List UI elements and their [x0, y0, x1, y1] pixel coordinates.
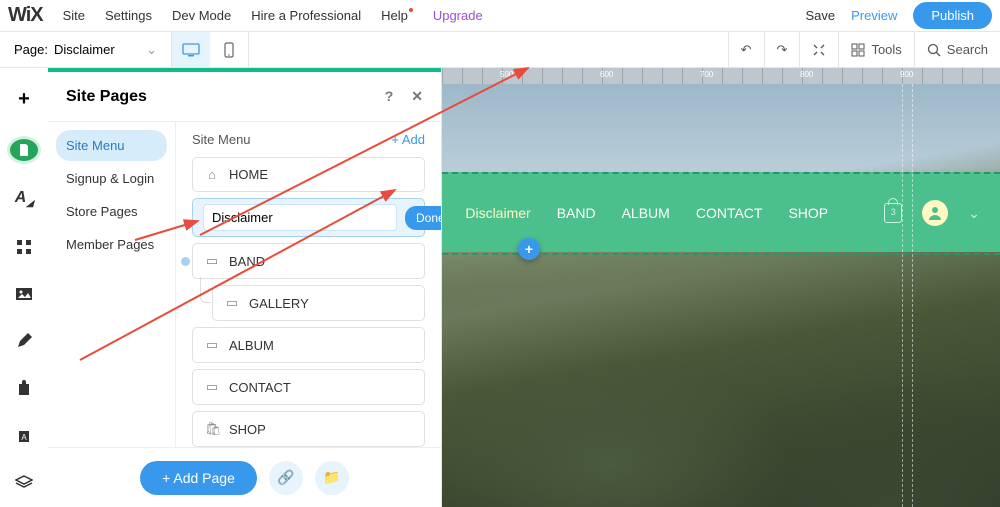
- nav-album[interactable]: ALBUM: [622, 205, 670, 221]
- page-item-home[interactable]: ⌂ HOME: [192, 157, 425, 192]
- panel-title: Site Pages: [66, 88, 147, 106]
- menu-settings[interactable]: Settings: [105, 8, 152, 23]
- tools-label: Tools: [871, 42, 901, 57]
- page-item-shop[interactable]: 🛍︎ SHOP: [192, 411, 425, 447]
- layers-button[interactable]: [12, 472, 36, 491]
- top-menu: Site Settings Dev Mode Hire a Profession…: [63, 8, 483, 23]
- page-icon: ▭: [205, 379, 219, 395]
- preview-button[interactable]: Preview: [851, 8, 897, 23]
- search-icon: [927, 43, 941, 57]
- page-icon: ▭: [225, 295, 239, 311]
- current-page: Disclaimer: [54, 42, 115, 57]
- page-list-title: Site Menu: [192, 132, 251, 147]
- page-label: HOME: [229, 167, 268, 182]
- add-page-button[interactable]: + Add Page: [140, 461, 257, 495]
- cart-icon[interactable]: 3: [884, 203, 902, 223]
- cat-member-pages[interactable]: Member Pages: [56, 229, 167, 260]
- folder-button[interactable]: 📁: [315, 461, 349, 495]
- chevron-down-icon[interactable]: ⌄: [968, 205, 980, 222]
- pages-button[interactable]: [10, 139, 38, 161]
- tools-menu[interactable]: Tools: [838, 32, 913, 67]
- site-pages-panel: Site Pages ? ✕ Site Menu Signup & Login …: [48, 68, 442, 507]
- desktop-icon: [182, 43, 200, 57]
- add-link[interactable]: + Add: [391, 132, 425, 147]
- page-label: GALLERY: [249, 296, 309, 311]
- media-button[interactable]: [12, 284, 36, 303]
- done-button[interactable]: Done: [405, 206, 441, 230]
- panel-footer: + Add Page 🔗 📁: [48, 447, 441, 507]
- left-sidebar: + A◢ A: [0, 68, 48, 507]
- nav-shop[interactable]: SHOP: [788, 205, 828, 221]
- cart-count: 3: [885, 207, 901, 217]
- nav-disclaimer[interactable]: Disclaimer: [465, 205, 530, 221]
- page-item-album[interactable]: ▭ ALBUM: [192, 327, 425, 363]
- page-label: BAND: [229, 254, 265, 269]
- redo-button[interactable]: ↷: [764, 32, 800, 67]
- second-bar: Page: Disclaimer ⌄ ↶ ↷ Tools Search: [0, 32, 1000, 68]
- page-icon: ▭: [205, 253, 219, 269]
- top-right: Save Preview Publish: [805, 2, 992, 29]
- guide-line: [902, 84, 903, 507]
- publish-button[interactable]: Publish: [913, 2, 992, 29]
- store-button[interactable]: [12, 378, 36, 397]
- theme-button[interactable]: A◢: [12, 189, 36, 209]
- chevron-down-icon: ⌄: [146, 42, 157, 58]
- add-element-button[interactable]: +: [12, 88, 36, 111]
- desktop-tab[interactable]: [172, 32, 210, 67]
- save-button[interactable]: Save: [805, 8, 835, 23]
- panel-help-button[interactable]: ?: [385, 88, 394, 105]
- svg-text:A: A: [21, 433, 27, 442]
- blog-button[interactable]: [12, 331, 36, 350]
- nav-contact[interactable]: CONTACT: [696, 205, 763, 221]
- add-section-button[interactable]: +: [518, 238, 540, 260]
- panel-body: Site Menu Signup & Login Store Pages Mem…: [48, 122, 441, 447]
- page-name-input[interactable]: [203, 204, 397, 231]
- account-avatar[interactable]: [922, 200, 948, 226]
- panel-close-button[interactable]: ✕: [411, 88, 423, 105]
- menu-site[interactable]: Site: [63, 8, 85, 23]
- tools-icon: [851, 43, 865, 57]
- cat-signup-login[interactable]: Signup & Login: [56, 163, 167, 194]
- page-item-editing: Done: [192, 198, 425, 237]
- top-bar: WiX Site Settings Dev Mode Hire a Profes…: [0, 0, 1000, 32]
- search-label: Search: [947, 42, 988, 57]
- undo-button[interactable]: ↶: [728, 32, 764, 67]
- menu-hire[interactable]: Hire a Professional: [251, 8, 361, 23]
- page-icon: ▭: [205, 337, 219, 353]
- ruler: 500 600 700 800 900: [442, 68, 1000, 84]
- nav-band[interactable]: BAND: [557, 205, 596, 221]
- page-item-contact[interactable]: ▭ CONTACT: [192, 369, 425, 405]
- page-selector[interactable]: Page: Disclaimer ⌄: [0, 32, 172, 67]
- page-list-area: Site Menu + Add ⌂ HOME Done ▭ BAND ▭: [175, 122, 441, 447]
- link-page-button[interactable]: 🔗: [269, 461, 303, 495]
- bag-icon: 🛍︎: [205, 421, 219, 437]
- page-icon: [17, 143, 31, 157]
- menu-devmode[interactable]: Dev Mode: [172, 8, 231, 23]
- apps-button[interactable]: [12, 237, 36, 256]
- bookings-button[interactable]: A: [12, 425, 36, 444]
- search-button[interactable]: Search: [914, 32, 1000, 67]
- mountain-bg: [442, 84, 1000, 507]
- zoom-out-button[interactable]: [799, 32, 838, 67]
- cat-store-pages[interactable]: Store Pages: [56, 196, 167, 227]
- mobile-icon: [224, 42, 234, 58]
- page-item-band[interactable]: ▭ BAND: [192, 243, 425, 279]
- page-label: SHOP: [229, 422, 266, 437]
- secondbar-right: ↶ ↷ Tools Search: [728, 32, 1000, 67]
- page-label: ALBUM: [229, 338, 274, 353]
- menu-help[interactable]: Help: [381, 8, 413, 23]
- wix-logo[interactable]: WiX: [8, 4, 43, 27]
- cat-site-menu[interactable]: Site Menu: [56, 130, 167, 161]
- mobile-tab[interactable]: [210, 32, 248, 67]
- menu-upgrade[interactable]: Upgrade: [433, 8, 483, 23]
- panel-header: Site Pages ? ✕: [48, 72, 441, 122]
- page-item-gallery[interactable]: ▭ GALLERY: [212, 285, 425, 321]
- device-tabs: [172, 32, 249, 67]
- home-icon: ⌂: [205, 167, 219, 182]
- page-label: Page:: [14, 42, 48, 57]
- guide-line: [912, 84, 913, 507]
- editor-canvas[interactable]: 500 600 700 800 900 E Disclaimer BAND AL…: [442, 68, 1000, 507]
- category-list: Site Menu Signup & Login Store Pages Mem…: [48, 122, 175, 447]
- page-label: CONTACT: [229, 380, 291, 395]
